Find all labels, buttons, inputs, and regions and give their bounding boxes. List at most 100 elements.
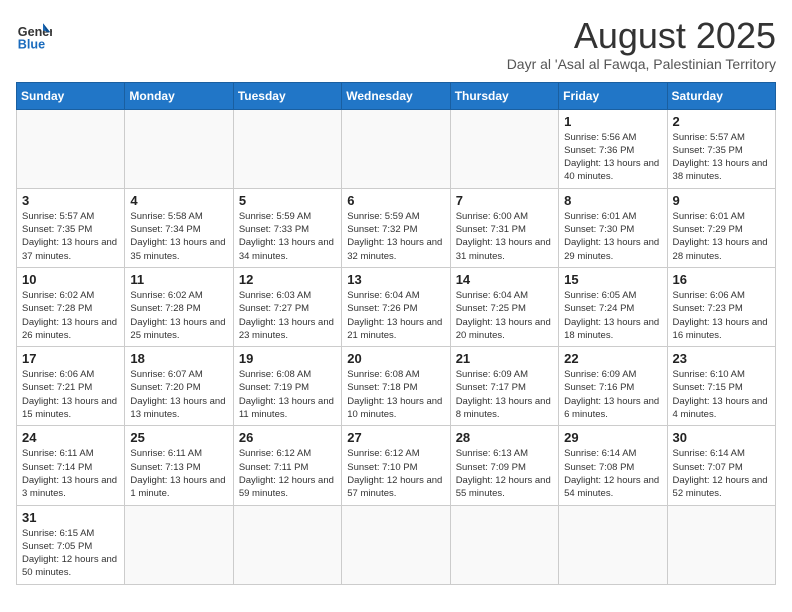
day-info: Sunrise: 6:14 AM Sunset: 7:08 PM Dayligh… — [564, 447, 661, 500]
day-info: Sunrise: 6:15 AM Sunset: 7:05 PM Dayligh… — [22, 527, 119, 580]
day-number: 19 — [239, 351, 336, 366]
day-info: Sunrise: 6:12 AM Sunset: 7:11 PM Dayligh… — [239, 447, 336, 500]
day-cell — [125, 505, 233, 584]
weekday-wednesday: Wednesday — [342, 82, 450, 109]
day-cell: 18 Sunrise: 6:07 AM Sunset: 7:20 PM Dayli… — [125, 347, 233, 426]
day-cell: 6 Sunrise: 5:59 AM Sunset: 7:32 PM Daylig… — [342, 188, 450, 267]
day-number: 16 — [673, 272, 770, 287]
weekday-tuesday: Tuesday — [233, 82, 341, 109]
day-cell — [559, 505, 667, 584]
day-number: 5 — [239, 193, 336, 208]
day-cell: 3Sunrise: 5:57 AM Sunset: 7:35 PM Daylig… — [17, 188, 125, 267]
weekday-saturday: Saturday — [667, 82, 775, 109]
day-info: Sunrise: 6:13 AM Sunset: 7:09 PM Dayligh… — [456, 447, 553, 500]
day-info: Sunrise: 6:02 AM Sunset: 7:28 PM Dayligh… — [130, 289, 227, 342]
day-cell — [233, 505, 341, 584]
day-info: Sunrise: 5:58 AM Sunset: 7:34 PM Dayligh… — [130, 210, 227, 263]
day-cell — [667, 505, 775, 584]
calendar-subtitle: Dayr al 'Asal al Fawqa, Palestinian Terr… — [507, 56, 776, 72]
day-info: Sunrise: 6:05 AM Sunset: 7:24 PM Dayligh… — [564, 289, 661, 342]
day-info: Sunrise: 5:56 AM Sunset: 7:36 PM Dayligh… — [564, 131, 661, 184]
day-cell: 9 Sunrise: 6:01 AM Sunset: 7:29 PM Daylig… — [667, 188, 775, 267]
day-cell — [233, 109, 341, 188]
week-row-4: 17Sunrise: 6:06 AM Sunset: 7:21 PM Dayli… — [17, 347, 776, 426]
week-row-1: 1Sunrise: 5:56 AM Sunset: 7:36 PM Daylig… — [17, 109, 776, 188]
day-info: Sunrise: 6:03 AM Sunset: 7:27 PM Dayligh… — [239, 289, 336, 342]
day-cell: 15 Sunrise: 6:05 AM Sunset: 7:24 PM Dayli… — [559, 267, 667, 346]
day-cell: 11 Sunrise: 6:02 AM Sunset: 7:28 PM Dayli… — [125, 267, 233, 346]
day-number: 24 — [22, 430, 119, 445]
day-number: 9 — [673, 193, 770, 208]
day-number: 17 — [22, 351, 119, 366]
day-cell — [342, 505, 450, 584]
day-info: Sunrise: 6:02 AM Sunset: 7:28 PM Dayligh… — [22, 289, 119, 342]
day-number: 14 — [456, 272, 553, 287]
day-cell: 17Sunrise: 6:06 AM Sunset: 7:21 PM Dayli… — [17, 347, 125, 426]
day-info: Sunrise: 5:59 AM Sunset: 7:32 PM Dayligh… — [347, 210, 444, 263]
day-number: 7 — [456, 193, 553, 208]
day-cell: 16Sunrise: 6:06 AM Sunset: 7:23 PM Dayli… — [667, 267, 775, 346]
day-cell: 4 Sunrise: 5:58 AM Sunset: 7:34 PM Daylig… — [125, 188, 233, 267]
day-info: Sunrise: 6:07 AM Sunset: 7:20 PM Dayligh… — [130, 368, 227, 421]
week-row-3: 10Sunrise: 6:02 AM Sunset: 7:28 PM Dayli… — [17, 267, 776, 346]
day-cell — [17, 109, 125, 188]
day-cell: 25Sunrise: 6:11 AM Sunset: 7:13 PM Dayli… — [125, 426, 233, 505]
day-number: 21 — [456, 351, 553, 366]
day-info: Sunrise: 6:08 AM Sunset: 7:18 PM Dayligh… — [347, 368, 444, 421]
day-info: Sunrise: 6:01 AM Sunset: 7:30 PM Dayligh… — [564, 210, 661, 263]
day-cell: 24Sunrise: 6:11 AM Sunset: 7:14 PM Dayli… — [17, 426, 125, 505]
calendar-title: August 2025 — [507, 16, 776, 56]
day-info: Sunrise: 6:00 AM Sunset: 7:31 PM Dayligh… — [456, 210, 553, 263]
day-info: Sunrise: 6:04 AM Sunset: 7:26 PM Dayligh… — [347, 289, 444, 342]
week-row-5: 24Sunrise: 6:11 AM Sunset: 7:14 PM Dayli… — [17, 426, 776, 505]
day-cell — [125, 109, 233, 188]
page-header: General Blue August 2025 Dayr al 'Asal a… — [16, 16, 776, 72]
day-number: 20 — [347, 351, 444, 366]
day-cell: 8 Sunrise: 6:01 AM Sunset: 7:30 PM Daylig… — [559, 188, 667, 267]
day-number: 23 — [673, 351, 770, 366]
weekday-sunday: Sunday — [17, 82, 125, 109]
day-number: 29 — [564, 430, 661, 445]
day-number: 31 — [22, 510, 119, 525]
day-cell: 21 Sunrise: 6:09 AM Sunset: 7:17 PM Dayli… — [450, 347, 558, 426]
day-number: 18 — [130, 351, 227, 366]
calendar-table: SundayMondayTuesdayWednesdayThursdayFrid… — [16, 82, 776, 585]
day-number: 28 — [456, 430, 553, 445]
day-number: 30 — [673, 430, 770, 445]
day-cell: 28 Sunrise: 6:13 AM Sunset: 7:09 PM Dayli… — [450, 426, 558, 505]
day-cell: 22Sunrise: 6:09 AM Sunset: 7:16 PM Dayli… — [559, 347, 667, 426]
day-info: Sunrise: 6:01 AM Sunset: 7:29 PM Dayligh… — [673, 210, 770, 263]
day-number: 15 — [564, 272, 661, 287]
logo: General Blue — [16, 16, 52, 52]
title-block: August 2025 Dayr al 'Asal al Fawqa, Pale… — [507, 16, 776, 72]
day-cell: 23 Sunrise: 6:10 AM Sunset: 7:15 PM Dayli… — [667, 347, 775, 426]
weekday-friday: Friday — [559, 82, 667, 109]
day-cell: 2Sunrise: 5:57 AM Sunset: 7:35 PM Daylig… — [667, 109, 775, 188]
day-number: 6 — [347, 193, 444, 208]
day-cell: 12Sunrise: 6:03 AM Sunset: 7:27 PM Dayli… — [233, 267, 341, 346]
day-number: 26 — [239, 430, 336, 445]
day-cell: 27 Sunrise: 6:12 AM Sunset: 7:10 PM Dayli… — [342, 426, 450, 505]
day-number: 11 — [130, 272, 227, 287]
day-info: Sunrise: 5:59 AM Sunset: 7:33 PM Dayligh… — [239, 210, 336, 263]
day-cell — [342, 109, 450, 188]
day-number: 2 — [673, 114, 770, 129]
weekday-thursday: Thursday — [450, 82, 558, 109]
day-cell: 14 Sunrise: 6:04 AM Sunset: 7:25 PM Dayli… — [450, 267, 558, 346]
day-number: 4 — [130, 193, 227, 208]
week-row-6: 31 Sunrise: 6:15 AM Sunset: 7:05 PM Dayli… — [17, 505, 776, 584]
day-info: Sunrise: 6:09 AM Sunset: 7:17 PM Dayligh… — [456, 368, 553, 421]
day-number: 8 — [564, 193, 661, 208]
day-number: 27 — [347, 430, 444, 445]
day-cell: 31 Sunrise: 6:15 AM Sunset: 7:05 PM Dayli… — [17, 505, 125, 584]
day-cell: 1Sunrise: 5:56 AM Sunset: 7:36 PM Daylig… — [559, 109, 667, 188]
day-cell: 10Sunrise: 6:02 AM Sunset: 7:28 PM Dayli… — [17, 267, 125, 346]
day-info: Sunrise: 6:14 AM Sunset: 7:07 PM Dayligh… — [673, 447, 770, 500]
day-number: 13 — [347, 272, 444, 287]
day-cell: 29 Sunrise: 6:14 AM Sunset: 7:08 PM Dayli… — [559, 426, 667, 505]
day-info: Sunrise: 6:10 AM Sunset: 7:15 PM Dayligh… — [673, 368, 770, 421]
weekday-monday: Monday — [125, 82, 233, 109]
day-number: 22 — [564, 351, 661, 366]
day-info: Sunrise: 6:12 AM Sunset: 7:10 PM Dayligh… — [347, 447, 444, 500]
day-info: Sunrise: 6:04 AM Sunset: 7:25 PM Dayligh… — [456, 289, 553, 342]
